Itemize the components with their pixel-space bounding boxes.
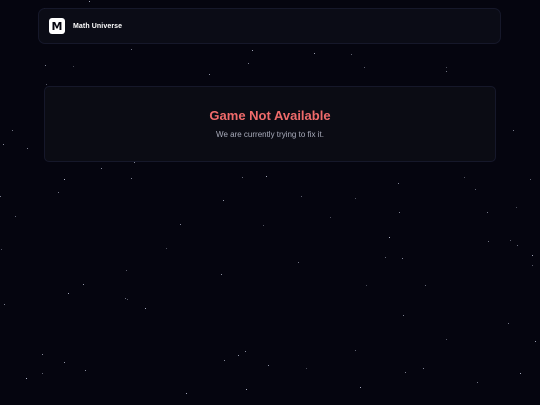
star-dot: [532, 265, 533, 266]
star-dot: [513, 130, 514, 131]
star-dot: [446, 339, 447, 340]
star-dot: [405, 372, 406, 373]
star-dot: [532, 255, 533, 256]
star-dot: [425, 285, 426, 286]
star-dot: [266, 176, 267, 177]
star-dot: [366, 285, 367, 286]
star-dot: [530, 179, 531, 180]
error-card: Game Not Available We are currently tryi…: [44, 86, 496, 162]
error-title: Game Not Available: [209, 108, 331, 123]
star-dot: [224, 360, 225, 361]
star-dot: [477, 382, 478, 383]
star-dot: [68, 293, 69, 294]
star-dot: [488, 241, 489, 242]
star-dot: [127, 299, 128, 300]
star-dot: [45, 65, 46, 66]
star-dot: [101, 168, 102, 169]
star-dot: [15, 216, 16, 217]
star-dot: [385, 257, 386, 258]
star-dot: [64, 179, 65, 180]
star-dot: [314, 53, 315, 54]
star-dot: [166, 248, 167, 249]
star-dot: [42, 373, 43, 374]
star-dot: [268, 365, 269, 366]
page: M Math Universe Game Not Available We ar…: [0, 0, 540, 405]
star-dot: [209, 74, 210, 75]
star-dot: [246, 389, 247, 390]
star-dot: [125, 298, 126, 299]
star-dot: [487, 212, 488, 213]
star-dot: [223, 200, 224, 201]
star-dot: [298, 262, 299, 263]
star-dot: [83, 284, 84, 285]
star-dot: [134, 162, 135, 163]
star-dot: [4, 304, 5, 305]
star-dot: [58, 192, 59, 193]
star-dot: [145, 308, 146, 309]
star-dot: [399, 212, 400, 213]
star-dot: [306, 368, 307, 369]
star-dot: [351, 54, 352, 55]
star-dot: [126, 270, 127, 271]
star-dot: [238, 355, 239, 356]
star-dot: [464, 177, 465, 178]
star-dot: [89, 1, 90, 2]
star-dot: [403, 315, 404, 316]
navbar: M Math Universe: [38, 8, 501, 44]
star-dot: [301, 196, 302, 197]
star-dot: [263, 225, 264, 226]
star-dot: [131, 178, 132, 179]
star-dot: [398, 183, 399, 184]
star-dot: [248, 63, 249, 64]
brand-name[interactable]: Math Universe: [73, 23, 122, 30]
star-dot: [3, 144, 4, 145]
star-dot: [475, 189, 476, 190]
star-dot: [516, 207, 517, 208]
logo-letter: M: [51, 19, 63, 33]
star-dot: [446, 67, 447, 68]
star-dot: [389, 237, 390, 238]
star-dot: [186, 393, 187, 394]
star-dot: [360, 387, 361, 388]
star-dot: [535, 341, 536, 342]
star-dot: [423, 368, 424, 369]
star-dot: [64, 362, 65, 363]
star-dot: [355, 350, 356, 351]
star-dot: [402, 258, 403, 259]
star-dot: [180, 224, 181, 225]
star-dot: [46, 84, 47, 85]
star-dot: [0, 196, 1, 197]
star-dot: [27, 148, 28, 149]
star-dot: [1, 249, 2, 250]
math-universe-logo-icon[interactable]: M: [49, 18, 65, 34]
star-dot: [252, 50, 253, 51]
star-dot: [12, 130, 13, 131]
star-dot: [131, 49, 132, 50]
star-dot: [85, 370, 86, 371]
error-message: We are currently trying to fix it.: [216, 130, 324, 139]
star-dot: [446, 71, 447, 72]
star-dot: [73, 66, 74, 67]
star-dot: [245, 351, 246, 352]
star-dot: [330, 217, 331, 218]
star-dot: [242, 177, 243, 178]
star-dot: [517, 245, 518, 246]
star-dot: [520, 373, 521, 374]
star-dot: [355, 198, 356, 199]
star-dot: [221, 274, 222, 275]
starfield-background: [0, 0, 540, 405]
star-dot: [364, 67, 365, 68]
star-dot: [26, 378, 27, 379]
star-dot: [508, 323, 509, 324]
star-dot: [510, 240, 511, 241]
star-dot: [42, 354, 43, 355]
